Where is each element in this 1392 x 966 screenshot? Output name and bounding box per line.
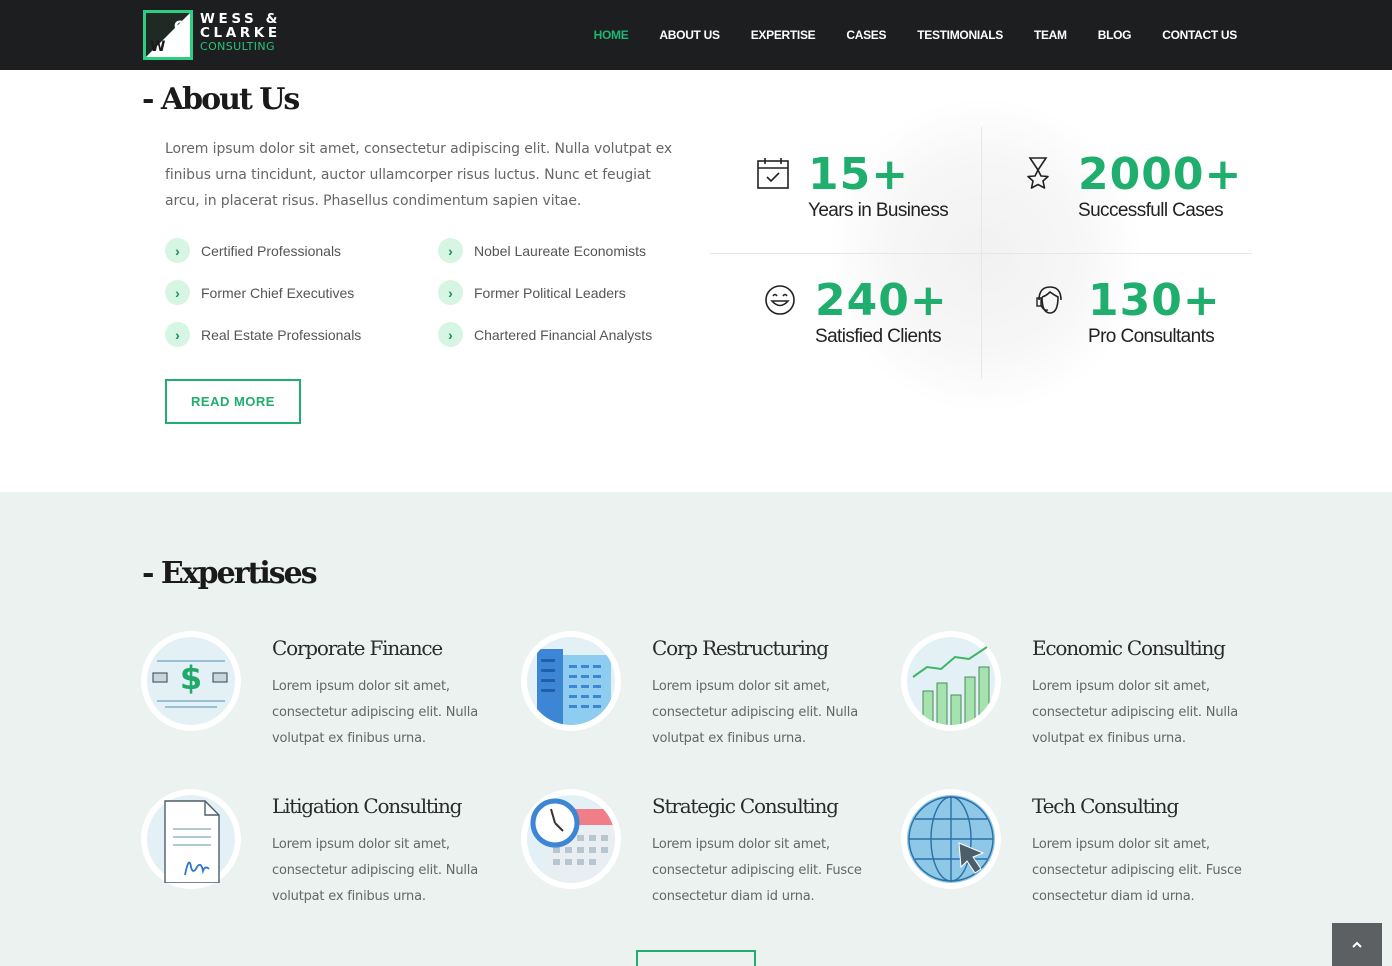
expertise-icon-circle xyxy=(901,631,1001,731)
nav-testimonials[interactable]: TESTIMONIALS xyxy=(917,28,1003,42)
about-title: - About Us xyxy=(142,82,300,117)
stat-label: Pro Consultants xyxy=(1088,326,1215,347)
stat-label: Successfull Cases xyxy=(1078,200,1224,221)
chevron-right-icon: › xyxy=(438,280,463,305)
award-icon xyxy=(1027,157,1049,189)
stats-background xyxy=(830,100,1140,410)
feature-item: › Former Chief Executives xyxy=(165,280,354,305)
brand-name: WESS & CLARKE CONSULTING xyxy=(200,12,281,54)
expertise-icon-circle xyxy=(901,789,1001,889)
brand-line-3: CONSULTING xyxy=(200,40,275,53)
svg-text:$: $ xyxy=(180,659,202,697)
expertise-name[interactable]: Corp Restructuring xyxy=(652,636,829,660)
signed-document-icon xyxy=(147,795,235,883)
chevron-right-icon: › xyxy=(165,322,190,347)
brand-logo[interactable]: C W WESS & CLARKE CONSULTING xyxy=(143,10,283,60)
chevron-right-icon: › xyxy=(165,238,190,263)
expertise-icon-circle xyxy=(141,789,241,889)
feature-item: › Former Political Leaders xyxy=(438,280,626,305)
feature-label: Chartered Financial Analysts xyxy=(474,326,653,343)
expertise-name[interactable]: Strategic Consulting xyxy=(652,794,839,818)
expertise-icon-circle xyxy=(521,631,621,731)
top-navbar: C W WESS & CLARKE CONSULTING HOME ABOUT … xyxy=(0,0,1392,70)
expertise-description: Lorem ipsum dolor sit amet, consectetur … xyxy=(652,679,858,746)
nav-expertise[interactable]: EXPERTISE xyxy=(751,28,816,42)
main-menu: HOME ABOUT US EXPERTISE CASES TESTIMONIA… xyxy=(563,0,1238,70)
stat-label: Years in Business xyxy=(808,200,949,221)
logo-letter-c: C xyxy=(174,19,184,35)
stat-label: Satisfied Clients xyxy=(815,326,942,347)
chevron-right-icon: › xyxy=(438,238,463,263)
feature-label: Nobel Laureate Economists xyxy=(474,242,646,259)
stat-number: 130+ xyxy=(1088,275,1221,326)
feature-item: › Certified Professionals xyxy=(165,238,341,263)
expertise-icon-circle xyxy=(521,789,621,889)
expertise-name[interactable]: Economic Consulting xyxy=(1032,636,1226,660)
view-all-expertise-button[interactable] xyxy=(636,950,756,966)
expertise-description: Lorem ipsum dolor sit amet, consectetur … xyxy=(272,679,478,746)
feature-label: Former Chief Executives xyxy=(201,284,355,301)
about-description: Lorem ipsum dolor sit amet, consectetur … xyxy=(165,141,673,209)
expertise-description: Lorem ipsum dolor sit amet, consectetur … xyxy=(1032,679,1238,746)
nav-home[interactable]: HOME xyxy=(594,28,629,42)
dollar-note-icon: $ xyxy=(147,637,235,725)
buildings-icon xyxy=(527,637,615,725)
expertise-name[interactable]: Litigation Consulting xyxy=(272,794,462,818)
clock-calendar-icon xyxy=(527,795,615,883)
feature-item: › Real Estate Professionals xyxy=(165,322,361,347)
chevron-right-icon: › xyxy=(165,280,190,305)
smile-icon xyxy=(765,285,795,315)
feature-item: › Chartered Financial Analysts xyxy=(438,322,652,347)
nav-contact-us[interactable]: CONTACT US xyxy=(1162,28,1237,42)
feature-label: Certified Professionals xyxy=(201,242,342,259)
expertise-description: Lorem ipsum dolor sit amet, consectetur … xyxy=(652,837,862,904)
feature-item: › Nobel Laureate Economists xyxy=(438,238,646,263)
expertise-name[interactable]: Tech Consulting xyxy=(1032,794,1179,818)
stat-number: 15+ xyxy=(808,149,910,200)
expertise-description: Lorem ipsum dolor sit amet, consectetur … xyxy=(1032,837,1242,904)
expertise-description: Lorem ipsum dolor sit amet, consectetur … xyxy=(272,837,478,904)
expertise-title: - Expertises xyxy=(142,556,318,591)
logo-mark-icon: C W xyxy=(143,10,193,60)
scroll-to-top-button[interactable] xyxy=(1332,923,1382,966)
feature-label: Former Political Leaders xyxy=(474,284,626,301)
chevron-up-icon xyxy=(1352,941,1362,948)
stats-divider-horizontal xyxy=(710,253,1252,254)
nav-blog[interactable]: BLOG xyxy=(1098,28,1132,42)
logo-letter-w: W xyxy=(150,39,165,55)
nav-about-us[interactable]: ABOUT US xyxy=(659,28,720,42)
calendar-check-icon xyxy=(757,158,789,189)
growth-chart-icon xyxy=(907,637,995,725)
chevron-right-icon: › xyxy=(438,322,463,347)
nav-cases[interactable]: CASES xyxy=(846,28,886,42)
brand-line-2: CLARKE xyxy=(200,25,281,41)
headset-icon xyxy=(1036,286,1062,314)
expertise-name[interactable]: Corporate Finance xyxy=(272,636,443,660)
stat-number: 240+ xyxy=(815,275,948,326)
brand-line-1: WESS & xyxy=(200,11,282,27)
feature-label: Real Estate Professionals xyxy=(201,326,362,343)
expertise-icon-circle: $ xyxy=(141,631,241,731)
globe-cursor-icon xyxy=(907,795,995,883)
nav-team[interactable]: TEAM xyxy=(1034,28,1067,42)
read-more-button[interactable]: READ MORE xyxy=(165,379,301,424)
stat-number: 2000+ xyxy=(1078,149,1243,200)
